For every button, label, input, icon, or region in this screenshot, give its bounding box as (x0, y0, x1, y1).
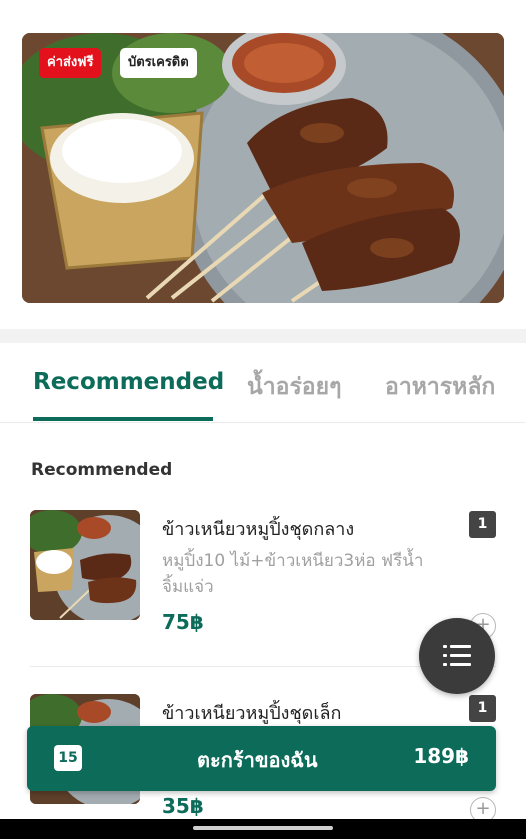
plus-icon: + (475, 798, 491, 819)
cart-total: 189฿ (413, 744, 469, 768)
tab-main-dishes[interactable]: อาหารหลัก (385, 369, 495, 405)
menu-list-button[interactable] (419, 618, 495, 694)
tab-drinks[interactable]: น้ำอร่อยๆ (247, 369, 341, 405)
active-tab-indicator (33, 417, 213, 421)
item-price: 75฿ (162, 610, 204, 634)
quantity-badge: 1 (469, 511, 496, 538)
system-nav-bar (0, 819, 526, 839)
cart-count-badge: 15 (54, 745, 82, 771)
quantity-badge: 1 (469, 695, 496, 722)
category-tabs: Recommended น้ำอร่อยๆ อาหารหลัก (0, 343, 526, 423)
home-handle[interactable] (193, 826, 333, 830)
free-delivery-badge: ค่าส่งฟรี (39, 48, 102, 78)
section-separator (0, 329, 526, 343)
tab-recommended[interactable]: Recommended (33, 369, 224, 395)
item-price: 35฿ (162, 794, 204, 818)
item-thumbnail (30, 510, 140, 620)
cart-label: ตะกร้าของฉัน (197, 748, 318, 772)
item-description: หมูปิ้ง10 ไม้+ข้าวเหนียว3ห่อ ฟรีน้ำจิ้มแ… (162, 551, 424, 597)
credit-card-badge: บัตรเครดิต (120, 48, 197, 78)
section-title: Recommended (31, 460, 173, 480)
item-name: ข้าวเหนียวหมูปิ้งชุดเล็ก (162, 703, 342, 724)
item-name: ข้าวเหนียวหมูปิ้งชุดกลาง (162, 519, 355, 540)
restaurant-page: ค่าส่งฟรี บัตรเครดิต Recommended น้ำอร่อ… (0, 0, 526, 839)
menu-list-icon (443, 645, 471, 666)
cart-button[interactable]: 15 ตะกร้าของฉัน 189฿ (27, 726, 496, 791)
hero-image: ค่าส่งฟรี บัตรเครดิต (22, 33, 504, 303)
